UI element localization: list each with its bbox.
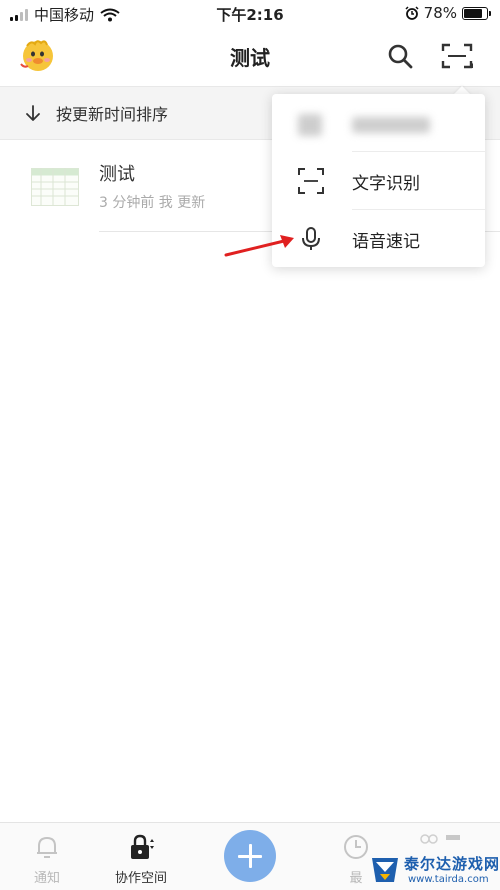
search-icon[interactable] (386, 42, 414, 70)
clock-icon (344, 835, 368, 859)
file-name: 测试 (99, 164, 135, 185)
tab-label: 通知 (33, 871, 60, 886)
sort-label: 按更新时间排序 (56, 105, 169, 124)
status-right: 78% (405, 4, 491, 22)
watermark-text: 泰尔达游戏网 (404, 855, 500, 873)
arrow-down-icon (26, 105, 40, 121)
dropdown-menu: 文字识别 语音速记 (272, 94, 485, 267)
alarm-icon (405, 6, 419, 20)
annotation-arrow-icon (224, 235, 294, 257)
lock-icon (131, 834, 154, 859)
battery-percent: 78% (423, 4, 457, 22)
menu-item-voice-memo[interactable]: 语音速记 (272, 210, 485, 267)
menu-item-blurred[interactable] (272, 96, 485, 153)
tab-notifications[interactable]: 通知 (12, 823, 82, 890)
menu-item-label: 文字识别 (352, 174, 420, 194)
status-bar: 中国移动 下午2:16 78% (0, 0, 500, 28)
menu-item-text-recognition[interactable]: 文字识别 (272, 152, 485, 209)
file-meta: 3 分钟前 我 更新 (99, 195, 206, 211)
add-button[interactable] (224, 830, 276, 882)
blurred-icon (298, 112, 324, 138)
battery-icon (462, 6, 491, 20)
tab-label: 协作空间 (114, 871, 167, 886)
spreadsheet-thumbnail-icon (31, 168, 79, 206)
page-title: 测试 (230, 46, 270, 70)
menu-item-label: 语音速记 (352, 232, 420, 252)
watermark-logo-icon (372, 858, 398, 882)
watermark-url: www.tairda.com (408, 874, 489, 885)
bell-icon (37, 836, 57, 858)
tab-collab-space[interactable]: 协作空间 (104, 823, 178, 890)
scan-frame-icon (298, 168, 324, 194)
more-tab-icon[interactable] (420, 832, 466, 854)
watermark: 泰尔达游戏网 www.tairda.com (368, 852, 500, 889)
scan-icon[interactable] (440, 42, 474, 70)
nav-bar: 测试 (0, 28, 500, 84)
